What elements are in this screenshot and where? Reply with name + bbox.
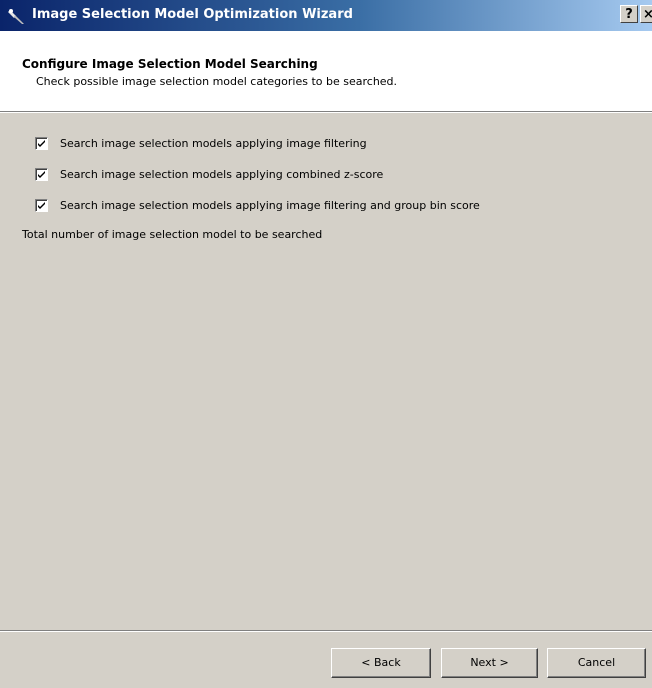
page-title: Configure Image Selection Model Searchin… xyxy=(22,57,318,71)
footer-separator-highlight xyxy=(0,631,652,632)
image-filtering-checkbox[interactable] xyxy=(35,137,48,150)
next-button[interactable]: Next > xyxy=(441,648,538,678)
page-subtitle: Check possible image selection model cat… xyxy=(36,75,398,88)
wizard-app-icon xyxy=(8,7,26,25)
checkmark-icon xyxy=(38,140,45,147)
checkmark-icon xyxy=(38,171,45,178)
wizard-header: Configure Image Selection Model Searchin… xyxy=(0,31,652,112)
header-separator xyxy=(0,112,652,113)
combined-z-score-label[interactable]: Search image selection models applying c… xyxy=(60,168,383,181)
combined-z-score-checkbox[interactable] xyxy=(35,168,48,181)
title-bar[interactable]: Image Selection Model Optimization Wizar… xyxy=(0,0,652,31)
filtering-group-bin-checkbox[interactable] xyxy=(35,199,48,212)
help-button[interactable]: ? xyxy=(620,5,638,23)
checkmark-icon xyxy=(38,202,45,209)
back-button[interactable]: < Back xyxy=(331,648,431,678)
close-button[interactable]: × xyxy=(640,5,652,23)
total-models-label: Total number of image selection model to… xyxy=(22,228,323,241)
window-title: Image Selection Model Optimization Wizar… xyxy=(32,7,353,22)
image-filtering-label[interactable]: Search image selection models applying i… xyxy=(60,137,367,150)
filtering-group-bin-label[interactable]: Search image selection models applying i… xyxy=(60,199,480,212)
cancel-button[interactable]: Cancel xyxy=(547,648,646,678)
